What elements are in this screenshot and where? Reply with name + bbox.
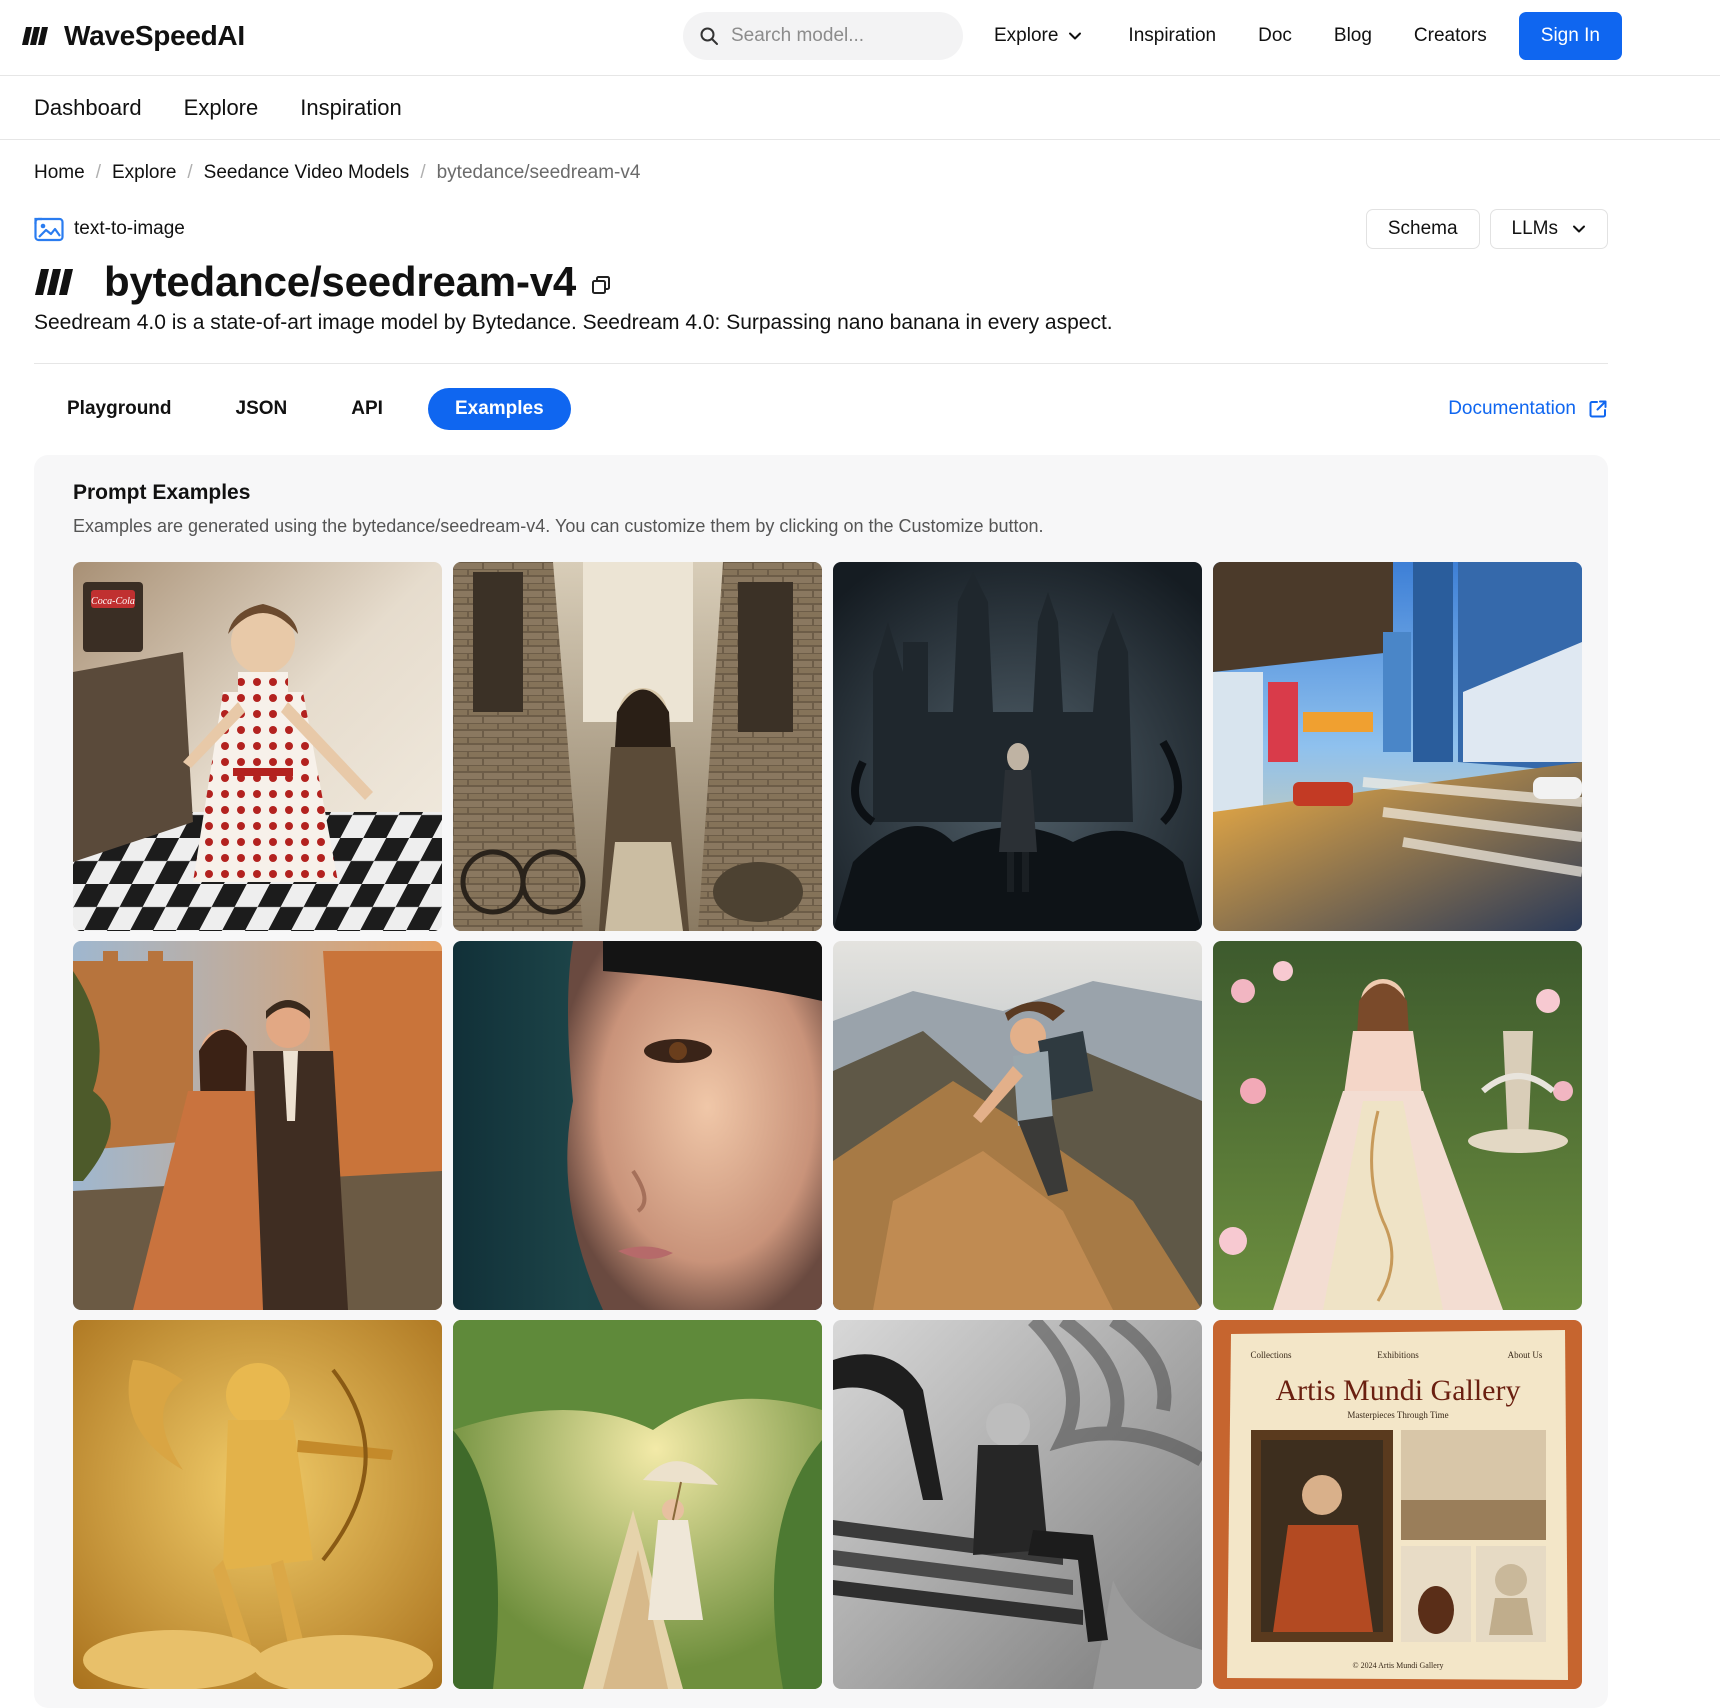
example-thumbnail [1213, 941, 1582, 1310]
documentation-link[interactable]: Documentation [1448, 398, 1608, 420]
gallery-nav-exhibitions: Exhibitions [1377, 1350, 1419, 1360]
llms-dropdown[interactable]: LLMs [1489, 209, 1608, 249]
example-image-golden-cupid[interactable] [73, 1320, 442, 1689]
category-label: text-to-image [74, 218, 185, 239]
example-thumbnail: Collections Exhibitions About Us Artis M… [1213, 1320, 1582, 1689]
model-title-row: bytedance/seedream-v4 [34, 258, 612, 306]
model-description: Seedream 4.0 is a state-of-art image mod… [34, 311, 1113, 334]
example-image-diner-girl[interactable]: Coca-Cola [73, 562, 442, 931]
wavespeed-logo-icon [35, 269, 73, 295]
model-category: text-to-image [34, 216, 185, 242]
gallery-title: Artis Mundi Gallery [1276, 1374, 1521, 1407]
main-nav: Explore Inspiration Doc Blog Creators Si… [994, 0, 1622, 72]
subnav-inspiration[interactable]: Inspiration [300, 95, 402, 121]
wavespeed-logo-icon [22, 27, 48, 45]
gallery-nav-about: About Us [1508, 1350, 1543, 1360]
diner-sign-text: Coca-Cola [91, 596, 135, 607]
search-input[interactable] [731, 25, 951, 47]
tab-examples[interactable]: Examples [427, 388, 571, 430]
examples-subtitle: Examples are generated using the bytedan… [73, 516, 1044, 536]
tab-api[interactable]: API [332, 388, 402, 430]
search-bar[interactable] [683, 12, 963, 60]
external-link-icon [1589, 400, 1607, 418]
brand-logo[interactable]: WaveSpeedAI [22, 20, 245, 52]
nav-doc[interactable]: Doc [1258, 25, 1292, 47]
nav-inspiration[interactable]: Inspiration [1128, 25, 1216, 47]
prompt-examples-panel: Prompt Examples Examples are generated u… [34, 455, 1608, 1708]
example-image-mountain-climber[interactable] [833, 941, 1202, 1310]
breadcrumb-home[interactable]: Home [34, 162, 85, 184]
example-image-face-closeup[interactable] [453, 941, 822, 1310]
top-navbar: WaveSpeedAI Explore Inspiration Doc Blog… [0, 0, 1720, 76]
breadcrumb-separator: / [420, 162, 426, 183]
examples-title: Prompt Examples [73, 481, 251, 504]
breadcrumb-collection[interactable]: Seedance Video Models [204, 162, 410, 184]
example-image-tokyo-street[interactable] [1213, 562, 1582, 931]
nav-explore-label: Explore [994, 25, 1059, 46]
tab-json[interactable]: JSON [217, 388, 307, 430]
gallery-tagline: Masterpieces Through Time [1347, 1410, 1448, 1420]
copy-icon[interactable] [590, 274, 612, 296]
chevron-down-icon [1573, 225, 1585, 233]
example-thumbnail: Coca-Cola [73, 562, 442, 931]
header-divider [34, 363, 1608, 364]
breadcrumb-explore[interactable]: Explore [112, 162, 176, 184]
llms-label: LLMs [1511, 218, 1558, 239]
search-icon [700, 27, 718, 45]
example-thumbnail [453, 941, 822, 1310]
secondary-nav: Dashboard Explore Inspiration [0, 76, 1720, 140]
nav-blog[interactable]: Blog [1334, 25, 1372, 47]
example-thumbnail [73, 941, 442, 1310]
gallery-nav-collections: Collections [1251, 1350, 1292, 1360]
example-thumbnail [73, 1320, 442, 1689]
example-image-garden-princess[interactable] [1213, 941, 1582, 1310]
documentation-label: Documentation [1448, 398, 1576, 419]
gallery-footer: © 2024 Artis Mundi Gallery [1353, 1661, 1444, 1670]
example-image-gallery-website[interactable]: Collections Exhibitions About Us Artis M… [1213, 1320, 1582, 1689]
tab-playground[interactable]: Playground [48, 388, 191, 430]
example-image-sepia-alley[interactable] [453, 562, 822, 931]
example-thumbnail [1213, 562, 1582, 931]
breadcrumb-current: bytedance/seedream-v4 [436, 162, 641, 183]
brand-name: WaveSpeedAI [64, 20, 245, 51]
model-title: bytedance/seedream-v4 [104, 258, 577, 305]
subnav-dashboard[interactable]: Dashboard [34, 95, 142, 121]
sign-in-button[interactable]: Sign In [1518, 12, 1622, 60]
example-image-couple-castle[interactable] [73, 941, 442, 1310]
example-thumbnail [453, 1320, 822, 1689]
nav-creators[interactable]: Creators [1414, 25, 1487, 47]
model-tabs: Playground JSON API Examples [48, 388, 571, 430]
example-image-impressionist-garden[interactable] [453, 1320, 822, 1689]
example-thumbnail [833, 941, 1202, 1310]
example-thumbnail [833, 1320, 1202, 1689]
chevron-down-icon [1069, 32, 1082, 40]
header-actions: Schema LLMs [1365, 209, 1608, 249]
example-image-dark-castle[interactable] [833, 562, 1202, 931]
schema-button[interactable]: Schema [1365, 209, 1480, 249]
example-image-old-man-bench[interactable] [833, 1320, 1202, 1689]
example-thumbnail [833, 562, 1202, 931]
examples-grid: Coca-Cola Collections Exhibitions About … [73, 562, 1582, 1689]
nav-explore[interactable]: Explore [994, 25, 1082, 47]
breadcrumb-separator: / [187, 162, 193, 183]
breadcrumb-separator: / [95, 162, 101, 183]
example-thumbnail [453, 562, 822, 931]
image-icon [34, 217, 64, 242]
breadcrumb: Home / Explore / Seedance Video Models /… [34, 162, 640, 184]
subnav-explore[interactable]: Explore [184, 95, 259, 121]
